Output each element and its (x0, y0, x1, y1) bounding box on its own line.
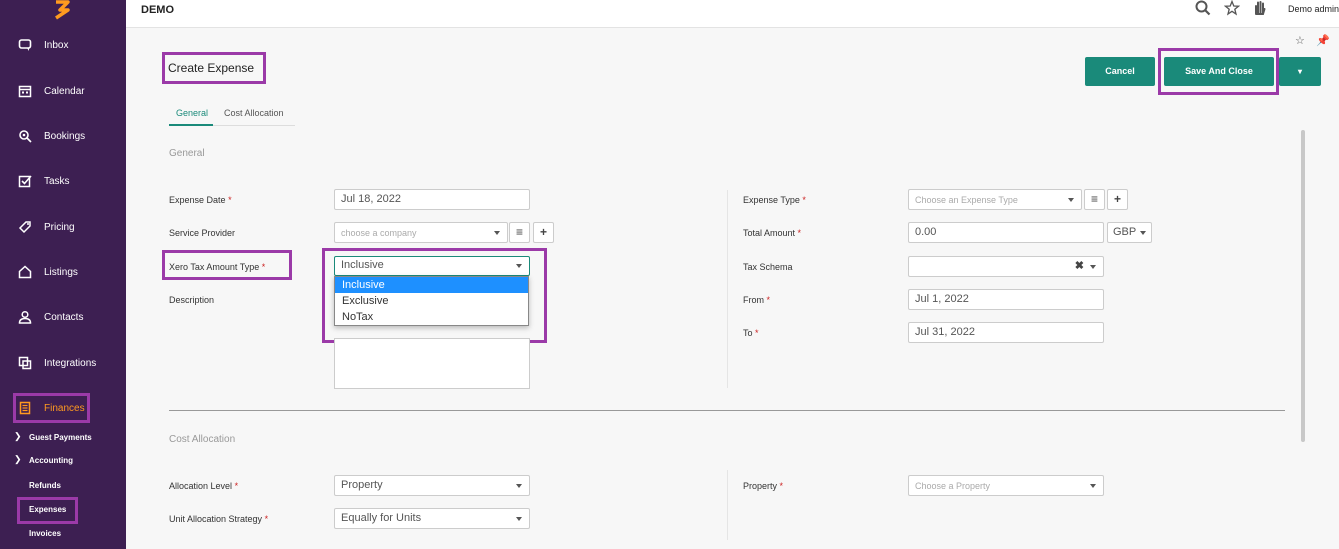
tab-general[interactable]: General (176, 108, 208, 118)
tax-schema-label: Tax Schema (743, 262, 793, 272)
section-cost-allocation: Cost Allocation (169, 434, 236, 445)
chevron-right-icon: ❯ (14, 431, 22, 441)
to-label: To * (743, 328, 759, 338)
expense-date-input[interactable]: Jul 18, 2022 (334, 189, 530, 210)
list-icon[interactable]: ≡ (509, 222, 530, 243)
sidebar-subitem-refunds[interactable]: Refunds (29, 481, 61, 490)
chevron-down-icon: ▾ (1297, 67, 1302, 76)
highlight-box (1158, 48, 1279, 95)
sidebar-item-label: Contacts (44, 311, 84, 323)
chevron-right-icon: ❯ (14, 454, 22, 464)
unit-strategy-select[interactable]: Equally for Units (334, 508, 530, 529)
column-divider (727, 190, 728, 388)
sidebar-item-label: Tasks (44, 175, 70, 187)
add-icon[interactable]: + (1107, 189, 1128, 210)
property-select[interactable]: Choose a Property (908, 475, 1104, 496)
chat-icon (18, 39, 32, 51)
column-divider (727, 470, 728, 540)
highlight-box (162, 52, 266, 84)
caret-down-icon (516, 484, 522, 488)
service-provider-label: Service Provider (169, 228, 236, 238)
caret-down-icon (1068, 198, 1074, 202)
tab-cost-allocation[interactable]: Cost Allocation (224, 108, 284, 118)
tag-icon (18, 221, 31, 234)
expense-date-label: Expense Date * (169, 195, 232, 205)
caret-down-icon (516, 517, 522, 521)
caret-down-icon (494, 231, 500, 235)
sidebar-item-tasks[interactable]: Tasks (0, 166, 126, 196)
allocation-level-select[interactable]: Property (334, 475, 530, 496)
sidebar: Inbox Calendar Bookings Tasks Pricing Li… (0, 0, 126, 549)
search-icon[interactable] (1195, 0, 1211, 16)
save-options-button[interactable]: ▾ (1279, 57, 1321, 86)
highlight-box (17, 497, 78, 524)
sidebar-item-label: Calendar (44, 85, 85, 97)
sidebar-item-bookings[interactable]: Bookings (0, 121, 126, 151)
calendar-icon (18, 85, 32, 98)
sidebar-item-label: Inbox (44, 39, 69, 51)
active-tab-indicator (169, 124, 213, 126)
clear-icon[interactable]: ✖ (1075, 259, 1084, 272)
star-icon[interactable]: ☆ (1295, 34, 1305, 47)
home-icon (18, 265, 32, 279)
brand-logo[interactable] (52, 0, 72, 20)
cancel-button[interactable]: Cancel (1085, 57, 1155, 86)
from-label: From * (743, 295, 771, 305)
unit-strategy-label: Unit Allocation Strategy * (169, 514, 269, 524)
caret-down-icon (1090, 484, 1096, 488)
star-icon[interactable] (1224, 0, 1240, 16)
user-name[interactable]: Demo admin (1288, 4, 1339, 14)
sidebar-subitem-guest-payments[interactable]: Guest Payments (29, 433, 92, 442)
total-amount-input[interactable]: 0.00 (908, 222, 1104, 243)
allocation-level-label: Allocation Level * (169, 481, 239, 491)
sidebar-item-calendar[interactable]: Calendar (0, 76, 126, 106)
from-date-input[interactable]: Jul 1, 2022 (908, 289, 1104, 310)
tax-schema-select[interactable]: ✖ (908, 256, 1104, 277)
add-icon[interactable]: + (533, 222, 554, 243)
description-label: Description (169, 295, 215, 305)
integrations-icon (18, 356, 32, 370)
sidebar-item-integrations[interactable]: Integrations (0, 348, 126, 378)
sidebar-item-pricing[interactable]: Pricing (0, 212, 126, 242)
expense-type-select[interactable]: Choose an Expense Type (908, 189, 1082, 210)
sidebar-item-label: Bookings (44, 130, 86, 142)
sidebar-item-label: Integrations (44, 357, 97, 369)
to-date-input[interactable]: Jul 31, 2022 (908, 322, 1104, 343)
brand-name: DEMO (141, 4, 174, 16)
section-general: General (169, 148, 205, 159)
list-icon[interactable]: ≡ (1084, 189, 1105, 210)
tasks-icon (18, 175, 32, 188)
main-content: ☆ 📌 Create Expense Cancel Save And Close… (126, 29, 1339, 549)
highlight-box (322, 248, 547, 343)
bookings-icon (19, 130, 32, 143)
person-icon (18, 310, 32, 324)
caret-down-icon (1090, 265, 1096, 269)
total-amount-label: Total Amount * (743, 228, 802, 238)
section-divider (169, 410, 1285, 411)
expense-type-label: Expense Type * (743, 195, 806, 205)
description-textarea[interactable] (334, 338, 530, 389)
sidebar-item-label: Listings (44, 266, 78, 278)
top-bar: DEMO Demo admin (126, 0, 1339, 28)
property-label: Property * (743, 481, 784, 491)
sidebar-item-listings[interactable]: Listings (0, 257, 126, 287)
service-provider-select[interactable]: choose a company (334, 222, 508, 243)
highlight-box (13, 393, 90, 423)
sidebar-subitem-accounting[interactable]: Accounting (29, 456, 73, 465)
pin-icon[interactable]: 📌 (1316, 34, 1330, 47)
hand-icon[interactable] (1252, 0, 1268, 16)
tab-bar: General Cost Allocation (169, 108, 295, 126)
scrollbar[interactable] (1301, 130, 1305, 442)
highlight-box (162, 250, 292, 280)
sidebar-item-contacts[interactable]: Contacts (0, 302, 126, 332)
sidebar-item-inbox[interactable]: Inbox (0, 30, 126, 60)
sidebar-subitem-invoices[interactable]: Invoices (29, 529, 61, 538)
caret-down-icon (1140, 231, 1146, 235)
currency-select[interactable]: GBP (1107, 222, 1152, 243)
sidebar-item-label: Pricing (44, 221, 75, 233)
